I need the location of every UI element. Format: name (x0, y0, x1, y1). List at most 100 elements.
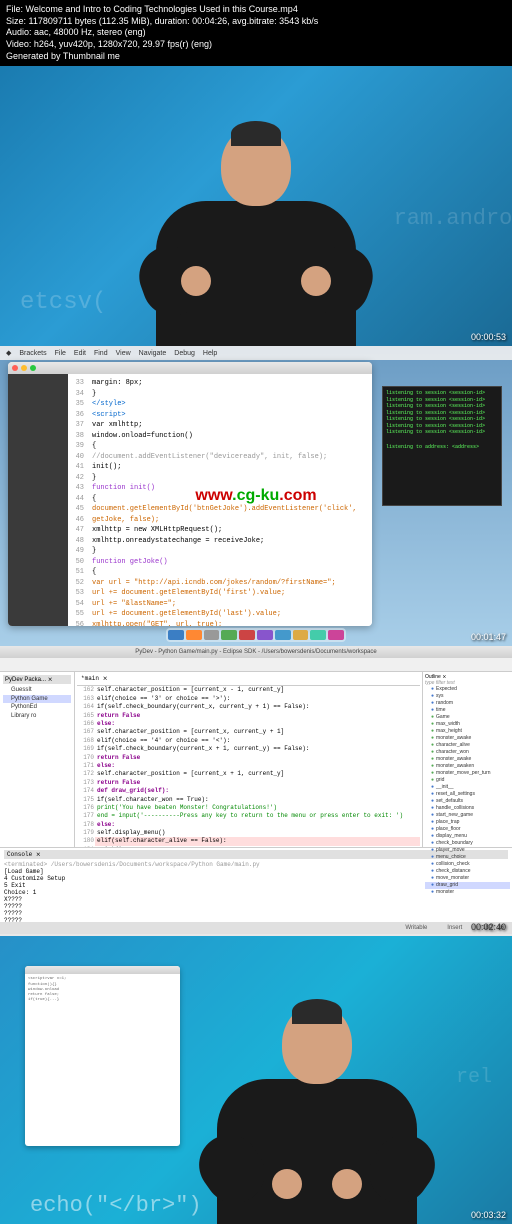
outline-item[interactable]: Game (425, 714, 510, 721)
outline-item[interactable]: random (425, 700, 510, 707)
maximize-icon[interactable] (30, 365, 36, 371)
terminal-window[interactable]: listening to session <session-id> listen… (382, 386, 502, 506)
dock-item[interactable] (328, 630, 344, 640)
close-icon[interactable] (12, 365, 18, 371)
frame-4-presenter-editor: <script>var x=1;function(){}window.onloa… (0, 936, 512, 1224)
meta-video: Video: h264, yuv420p, 1280x720, 29.97 fp… (6, 39, 506, 51)
line-gutter: 1621631641651661671681691701711721731741… (77, 686, 97, 847)
editor-titlebar (8, 362, 372, 374)
dock-item[interactable] (310, 630, 326, 640)
outline-item[interactable]: sys (425, 693, 510, 700)
meta-file: File: Welcome and Intro to Coding Techno… (6, 4, 506, 16)
app-name[interactable]: Brackets (19, 350, 46, 357)
outline-item[interactable]: reset_all_settings (425, 791, 510, 798)
console-line: ????? (4, 903, 508, 910)
bg-text-right: rel (456, 1066, 492, 1089)
dock-item[interactable] (204, 630, 220, 640)
frame-2-brackets-editor: ◆ Brackets File Edit Find View Navigate … (0, 346, 512, 646)
minimize-icon[interactable] (21, 365, 27, 371)
menu-find[interactable]: Find (94, 350, 108, 357)
presenter-figure (197, 994, 437, 1224)
outline-item[interactable]: draw_grid (425, 882, 510, 889)
mac-menubar[interactable]: ◆ Brackets File Edit Find View Navigate … (0, 346, 512, 360)
code-editor[interactable]: 3334353637383940414243444546474849505152… (68, 374, 372, 626)
meta-size: Size: 117809711 bytes (112.35 MiB), dura… (6, 16, 506, 28)
timestamp: 00:03:32 (471, 1210, 506, 1220)
console-line: X???? (4, 896, 508, 903)
status-insert: Insert (447, 925, 462, 931)
editor-window: 3334353637383940414243444546474849505152… (8, 362, 372, 626)
outline-item[interactable]: player_move (425, 847, 510, 854)
panel-title: PyDev Packa... ⨯ (3, 675, 71, 684)
dock-item[interactable] (275, 630, 291, 640)
tree-item[interactable]: PythonEd (3, 703, 71, 711)
console-line: ????? (4, 910, 508, 917)
outline-panel[interactable]: Outline ⨯ type filter text Expected sys … (422, 672, 512, 847)
dock-item[interactable] (186, 630, 202, 640)
outline-item[interactable]: monster (425, 889, 510, 896)
outline-item[interactable]: monster_awake (425, 735, 510, 742)
menu-view[interactable]: View (116, 350, 131, 357)
menu-file[interactable]: File (55, 350, 66, 357)
python-code[interactable]: self.character_position = [current_x - 1… (97, 686, 420, 847)
outline-item[interactable]: max_height (425, 728, 510, 735)
outline-item[interactable]: max_width (425, 721, 510, 728)
timestamp: 00:01:47 (471, 632, 506, 642)
outline-item[interactable]: __init__ (425, 784, 510, 791)
editor-sidebar[interactable] (8, 374, 68, 626)
presenter-figure (136, 116, 376, 346)
menu-edit[interactable]: Edit (74, 350, 86, 357)
outline-item[interactable]: grid (425, 777, 510, 784)
dock-item[interactable] (221, 630, 237, 640)
eclipse-toolbar[interactable] (0, 658, 512, 672)
mini-editor-window: <script>var x=1;function(){}window.onloa… (25, 966, 180, 1146)
bg-text-bottom: echo("</br>") (30, 1193, 202, 1218)
outline-item[interactable]: character_won (425, 749, 510, 756)
meta-audio: Audio: aac, 48000 Hz, stereo (eng) (6, 27, 506, 39)
outline-item[interactable]: Expected (425, 686, 510, 693)
outline-item[interactable]: monster_move_per_turn (425, 770, 510, 777)
dock-item[interactable] (168, 630, 184, 640)
editor-tab[interactable]: *main ⨯ (77, 674, 420, 686)
menu-debug[interactable]: Debug (174, 350, 195, 357)
file-metadata: File: Welcome and Intro to Coding Techno… (0, 0, 512, 66)
tree-item[interactable]: GuessIt (3, 686, 71, 694)
dock-item[interactable] (293, 630, 309, 640)
bg-text-right: ram.android; (394, 206, 512, 231)
package-explorer[interactable]: PyDev Packa... ⨯ GuessIt Python Game Pyt… (0, 672, 75, 847)
status-mode: Writable (405, 925, 427, 931)
outline-item[interactable]: check_boundary (425, 840, 510, 847)
outline-item[interactable]: place_trap (425, 819, 510, 826)
outline-item[interactable]: collision_check (425, 861, 510, 868)
outline-item[interactable]: display_menu (425, 833, 510, 840)
frame-1-presenter: ram.android; etcsv( 00:00:53 (0, 66, 512, 346)
dock-item[interactable] (239, 630, 255, 640)
tree-item[interactable]: Library ro (3, 712, 71, 720)
outline-item[interactable]: check_distance (425, 868, 510, 875)
timestamp: 00:02:40 (471, 922, 506, 932)
outline-item[interactable]: handle_collisions (425, 805, 510, 812)
menu-navigate[interactable]: Navigate (139, 350, 167, 357)
outline-item[interactable]: monster_awake (425, 756, 510, 763)
outline-item[interactable]: monster_awaken (425, 763, 510, 770)
menu-help[interactable]: Help (203, 350, 217, 357)
line-gutter: 3334353637383940414243444546474849505152… (68, 378, 88, 626)
apple-icon[interactable]: ◆ (6, 349, 11, 357)
outline-item[interactable]: set_defaults (425, 798, 510, 805)
outline-item[interactable]: time (425, 707, 510, 714)
outline-item[interactable]: place_floor (425, 826, 510, 833)
frame-3-eclipse: PyDev - Python Game/main.py - Eclipse SD… (0, 646, 512, 936)
eclipse-titlebar: PyDev - Python Game/main.py - Eclipse SD… (0, 646, 512, 658)
dock-item[interactable] (257, 630, 273, 640)
outline-item[interactable]: move_monster (425, 875, 510, 882)
eclipse-editor[interactable]: *main ⨯ 16216316416516616716816917017117… (75, 672, 422, 847)
status-bar: Writable Insert 180 : 16 (0, 922, 512, 934)
code-content[interactable]: margin: 8px; } </style> <script> var xml… (88, 378, 372, 626)
outline-item[interactable]: character_alive (425, 742, 510, 749)
mac-dock[interactable] (166, 628, 346, 642)
outline-item[interactable]: start_new_game (425, 812, 510, 819)
tree-item[interactable]: Python Game (3, 695, 71, 703)
timestamp: 00:00:53 (471, 332, 506, 342)
bg-text-left: etcsv( (20, 289, 106, 316)
outline-item[interactable]: menu_choice (425, 854, 510, 861)
